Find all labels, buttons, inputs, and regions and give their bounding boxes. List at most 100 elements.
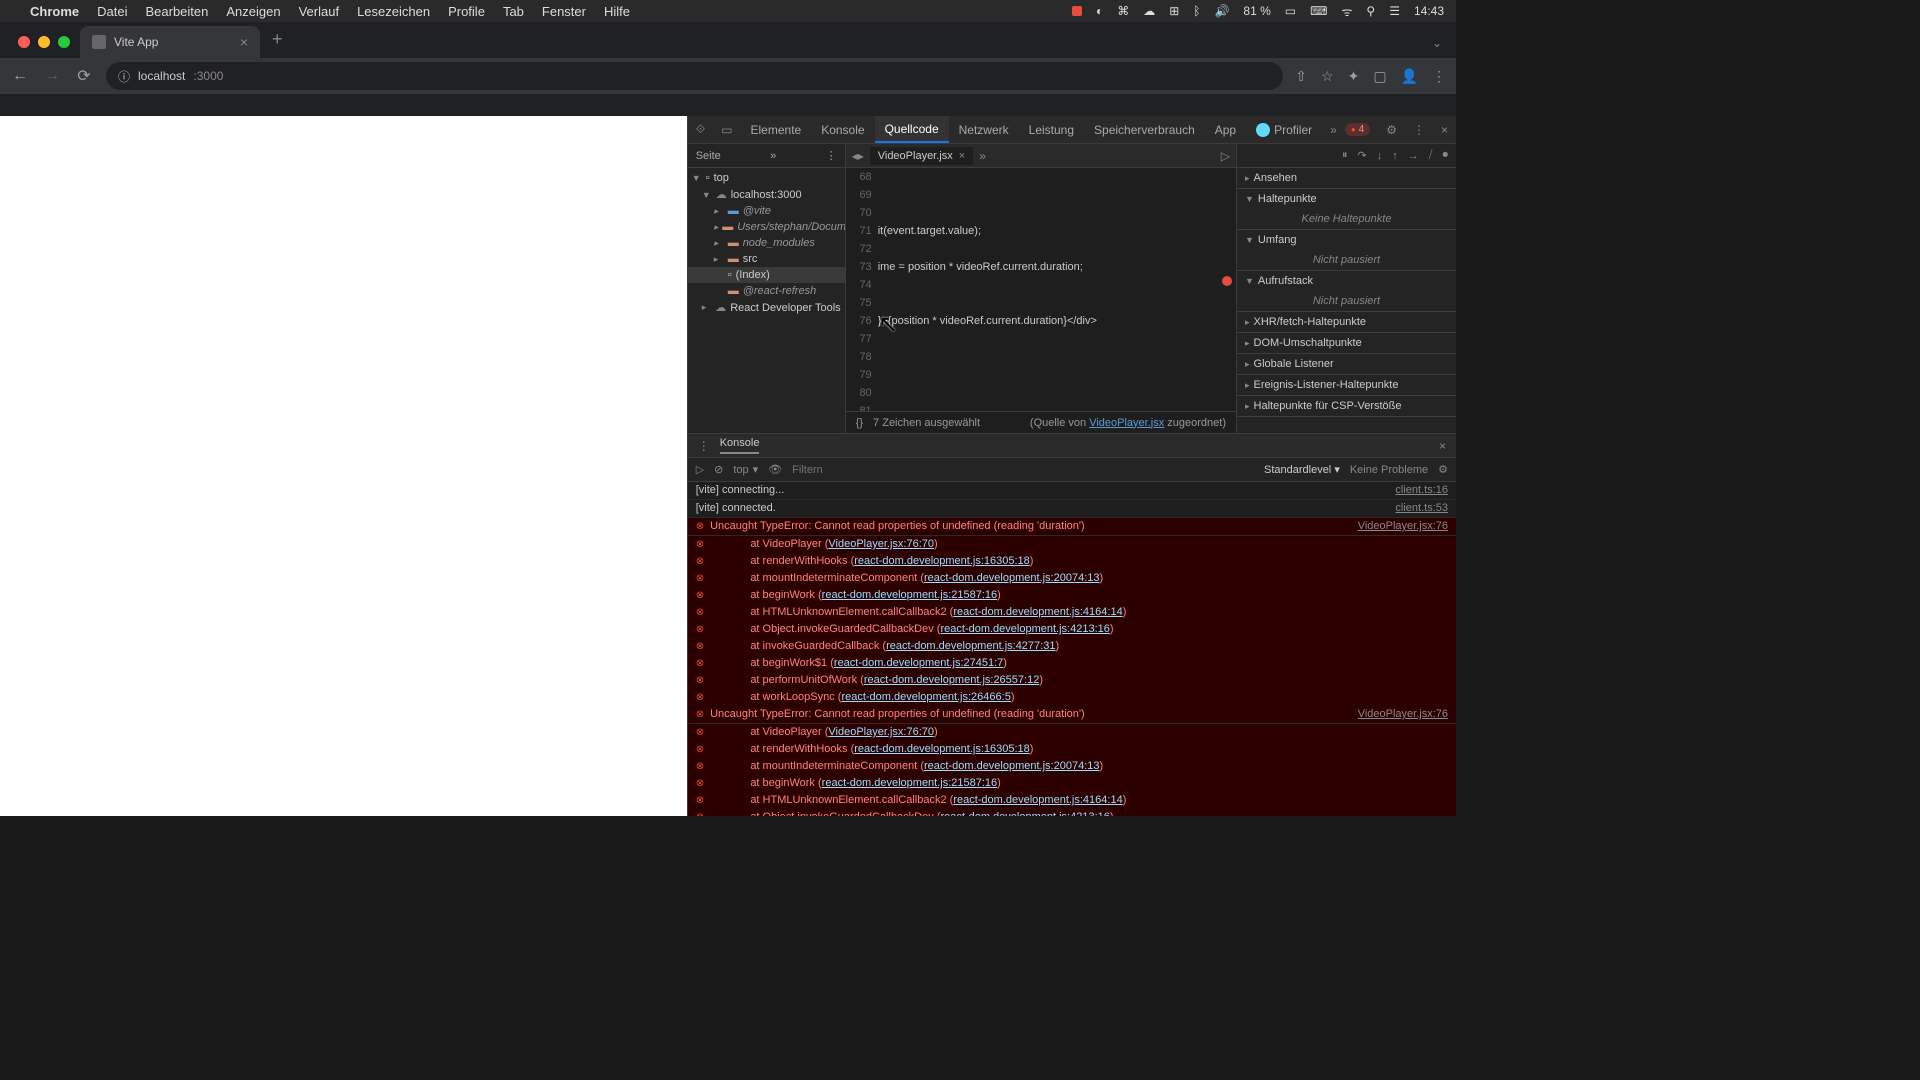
- console-tab-label[interactable]: Konsole: [720, 437, 760, 454]
- control-center-icon[interactable]: ☰: [1389, 4, 1400, 18]
- source-link[interactable]: react-dom.development.js:4164:14: [953, 606, 1122, 618]
- clear-console-icon[interactable]: ⊘: [714, 463, 723, 476]
- run-snippet-icon[interactable]: ▷: [1215, 149, 1236, 163]
- console-output[interactable]: [vite] connecting...client.ts:16 [vite] …: [688, 482, 1456, 816]
- address-bar[interactable]: ⓘ localhost:3000: [106, 62, 1283, 90]
- tab-performance[interactable]: Leistung: [1019, 116, 1084, 143]
- watch-section[interactable]: ▸Ansehen: [1237, 168, 1456, 188]
- wifi-icon[interactable]: ᯤ: [1341, 3, 1352, 20]
- status-icon[interactable]: ◐: [1096, 4, 1103, 18]
- recording-icon[interactable]: [1072, 6, 1082, 16]
- tree-react-refresh[interactable]: ▬@react-refresh: [688, 283, 845, 299]
- log-source-link[interactable]: client.ts:53: [1395, 501, 1448, 516]
- menu-file[interactable]: Datei: [97, 4, 127, 19]
- navigator-menu-icon[interactable]: ⋮: [826, 149, 837, 162]
- console-sidebar-icon[interactable]: ▷: [696, 463, 704, 476]
- site-info-icon[interactable]: ⓘ: [118, 68, 130, 85]
- source-link[interactable]: react-dom.development.js:20074:13: [924, 572, 1100, 584]
- maximize-window-button[interactable]: [58, 36, 70, 48]
- close-window-button[interactable]: [18, 36, 30, 48]
- dom-section[interactable]: ▸DOM-Umschaltpunkte: [1237, 333, 1456, 353]
- menu-profiles[interactable]: Profile: [448, 4, 485, 19]
- code-content[interactable]: it(event.target.value); ime = position *…: [878, 168, 1236, 411]
- tab-overflow-button[interactable]: ⌄: [1418, 36, 1456, 58]
- page-tab-label[interactable]: Seite: [696, 150, 721, 162]
- inspect-icon[interactable]: ⟐: [688, 122, 713, 137]
- issues-label[interactable]: Keine Probleme: [1350, 464, 1428, 476]
- back-button[interactable]: ←: [10, 67, 30, 85]
- close-drawer-button[interactable]: ×: [1439, 439, 1446, 453]
- menu-icon[interactable]: ⋮: [1432, 68, 1446, 85]
- menu-help[interactable]: Hilfe: [604, 4, 630, 19]
- drawer-menu-icon[interactable]: ⋮: [698, 439, 710, 453]
- share-icon[interactable]: ⇧: [1295, 68, 1307, 85]
- deactivate-bp-icon[interactable]: ⧸: [1429, 149, 1433, 162]
- console-settings-icon[interactable]: ⚙: [1438, 463, 1448, 476]
- minimize-window-button[interactable]: [38, 36, 50, 48]
- pause-icon[interactable]: ⏸: [1342, 149, 1348, 162]
- tree-users[interactable]: ▸▬Users/stephan/Docume…: [688, 219, 845, 235]
- tab-sources[interactable]: Quellcode: [875, 116, 949, 143]
- more-tabs-icon[interactable]: »: [1322, 123, 1345, 137]
- status-icon[interactable]: ⊞: [1169, 4, 1179, 18]
- app-menu[interactable]: Chrome: [30, 4, 79, 19]
- filter-input[interactable]: [792, 464, 1254, 476]
- new-tab-button[interactable]: +: [260, 29, 295, 58]
- event-section[interactable]: ▸Ereignis-Listener-Haltepunkte: [1237, 375, 1456, 395]
- device-toggle-icon[interactable]: ▭: [713, 123, 740, 137]
- menu-view[interactable]: Anzeigen: [226, 4, 280, 19]
- step-into-icon[interactable]: ↓: [1377, 150, 1383, 162]
- devtools-menu-icon[interactable]: ⋮: [1405, 123, 1433, 137]
- menu-edit[interactable]: Bearbeiten: [145, 4, 208, 19]
- clock[interactable]: 14:43: [1414, 4, 1444, 18]
- keyboard-icon[interactable]: ⌨: [1310, 4, 1327, 18]
- tab-profiler[interactable]: Profiler: [1246, 116, 1322, 143]
- close-editor-tab[interactable]: ×: [959, 150, 965, 162]
- battery-icon[interactable]: ▭: [1285, 4, 1296, 18]
- source-link[interactable]: react-dom.development.js:26466:5: [841, 691, 1010, 703]
- reload-button[interactable]: ⟳: [74, 66, 94, 86]
- tab-memory[interactable]: Speicherverbrauch: [1084, 116, 1205, 143]
- source-link[interactable]: VideoPlayer.jsx:76:70: [828, 726, 934, 738]
- status-icon[interactable]: ☁: [1143, 4, 1155, 18]
- settings-icon[interactable]: ⚙: [1378, 123, 1405, 137]
- menu-history[interactable]: Verlauf: [299, 4, 339, 19]
- source-link[interactable]: react-dom.development.js:16305:18: [854, 743, 1030, 755]
- menu-window[interactable]: Fenster: [542, 4, 586, 19]
- editor-tab[interactable]: VideoPlayer.jsx ×: [870, 147, 973, 165]
- search-icon[interactable]: ⚲: [1366, 4, 1375, 18]
- tree-node-modules[interactable]: ▸▬node_modules: [688, 235, 845, 251]
- source-link[interactable]: react-dom.development.js:4213:16: [940, 623, 1109, 635]
- breakpoint-marker[interactable]: [1222, 276, 1232, 286]
- log-source-link[interactable]: client.ts:16: [1395, 483, 1448, 498]
- sidepanel-icon[interactable]: ▢: [1373, 68, 1386, 85]
- csp-section[interactable]: ▸Haltepunkte für CSP-Verstöße: [1237, 396, 1456, 416]
- bookmark-icon[interactable]: ☆: [1321, 68, 1334, 85]
- scope-section[interactable]: ▼Umfang: [1237, 230, 1456, 250]
- source-link[interactable]: react-dom.development.js:21587:16: [822, 589, 998, 601]
- browser-tab[interactable]: Vite App ×: [80, 26, 260, 58]
- close-devtools-button[interactable]: ×: [1433, 123, 1456, 137]
- source-link[interactable]: react-dom.development.js:27451:7: [834, 657, 1003, 669]
- error-source-link[interactable]: VideoPlayer.jsx:76: [1358, 519, 1448, 534]
- live-expr-icon[interactable]: 👁: [768, 463, 782, 476]
- tab-application[interactable]: App: [1205, 116, 1246, 143]
- tree-vite[interactable]: ▸▬@vite: [688, 203, 845, 219]
- source-link[interactable]: react-dom.development.js:20074:13: [924, 760, 1100, 772]
- source-link[interactable]: VideoPlayer.jsx:76:70: [828, 538, 934, 550]
- error-source-link[interactable]: VideoPlayer.jsx:76: [1358, 707, 1448, 722]
- context-selector[interactable]: top ▾: [733, 463, 758, 476]
- more-icon[interactable]: »: [770, 150, 776, 162]
- format-icon[interactable]: {}: [856, 417, 863, 429]
- page-viewport[interactable]: [0, 116, 687, 816]
- source-link[interactable]: react-dom.development.js:26557:12: [864, 674, 1040, 686]
- source-link[interactable]: react-dom.development.js:16305:18: [854, 555, 1030, 567]
- tree-src[interactable]: ▸▬src: [688, 251, 845, 267]
- breakpoints-section[interactable]: ▼Haltepunkte: [1237, 189, 1456, 209]
- global-section[interactable]: ▸Globale Listener: [1237, 354, 1456, 374]
- error-count-badge[interactable]: 4: [1345, 123, 1370, 136]
- tab-network[interactable]: Netzwerk: [949, 116, 1019, 143]
- volume-icon[interactable]: 🔊: [1214, 4, 1229, 18]
- extensions-icon[interactable]: ✦: [1348, 68, 1360, 85]
- tree-host[interactable]: ▼☁localhost:3000: [688, 186, 845, 203]
